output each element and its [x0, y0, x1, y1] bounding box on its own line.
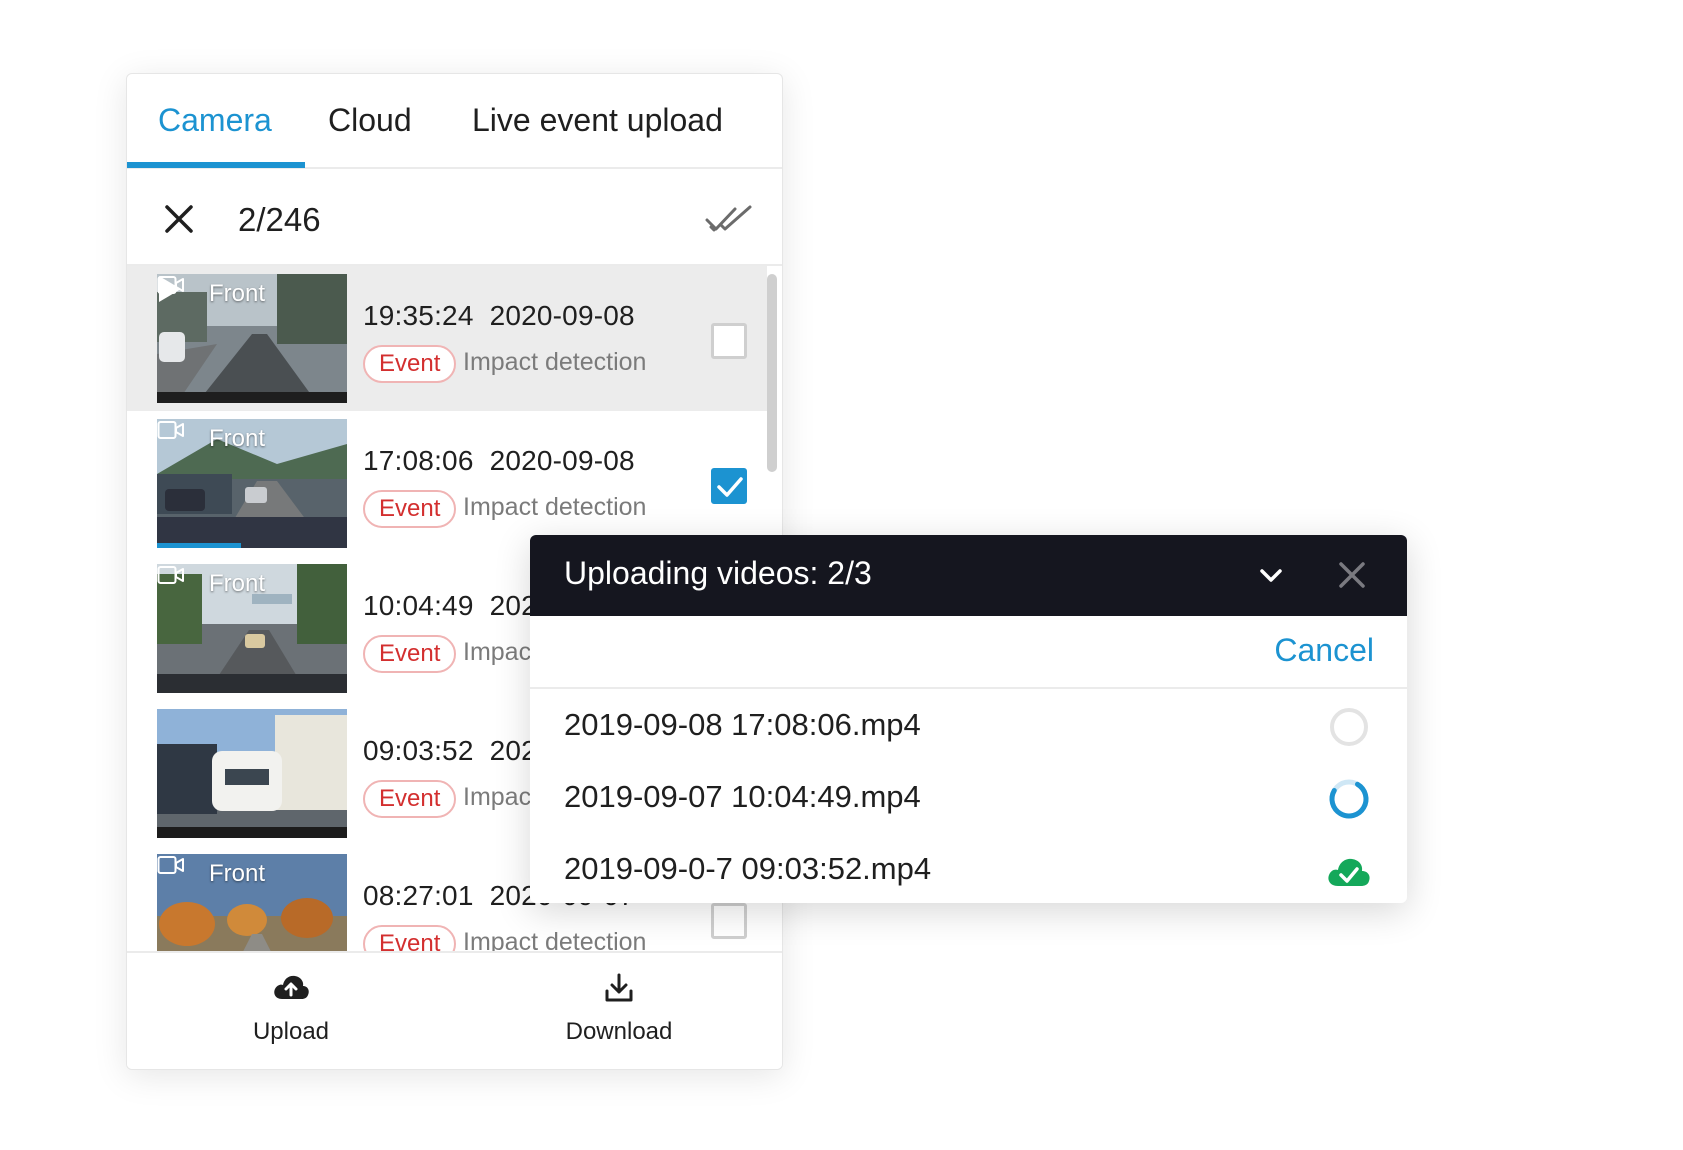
- cloud-upload-icon: [274, 975, 309, 999]
- bottom-action-bar: Upload Download: [127, 951, 782, 1069]
- popup-cancel-bar: Cancel: [530, 616, 1407, 689]
- scrollbar[interactable]: [767, 274, 777, 472]
- loading-spinner-icon: [1329, 779, 1369, 819]
- camera-label: Front: [209, 425, 266, 452]
- event-badge: Event: [363, 780, 457, 818]
- cancel-button[interactable]: Cancel: [1274, 632, 1374, 669]
- upload-button[interactable]: Upload: [127, 953, 455, 1069]
- tab-camera[interactable]: Camera: [158, 102, 272, 139]
- check-icon: [717, 477, 743, 497]
- event-type: Impact detection: [463, 493, 647, 521]
- row-checkbox[interactable]: [711, 903, 747, 939]
- upload-item: 2019-09-08 17:08:06.mp4: [530, 691, 1407, 763]
- event-type: Impact detection: [463, 348, 647, 376]
- close-icon[interactable]: [1336, 559, 1368, 591]
- upload-item: 2019-09-07 10:04:49.mp4: [530, 763, 1407, 835]
- popup-title: Uploading videos: 2/3: [564, 555, 872, 591]
- upload-progress-popup: Uploading videos: 2/3 Cancel 2019-09-08 …: [530, 535, 1407, 903]
- upload-filename: 2019-09-08 17:08:06.mp4: [564, 707, 921, 742]
- recording-datetime: 10:04:49 202: [363, 590, 537, 621]
- row-checkbox[interactable]: [711, 468, 747, 504]
- row-checkbox[interactable]: [711, 323, 747, 359]
- tab-cloud[interactable]: Cloud: [328, 102, 412, 139]
- video-thumbnail[interactable]: Front: [157, 274, 347, 403]
- list-item[interactable]: Front 19:35:24 2020-09-08 Event Impact d…: [127, 266, 777, 472]
- download-button[interactable]: Download: [455, 953, 782, 1069]
- video-thumbnail[interactable]: Front: [157, 854, 347, 951]
- event-badge: Event: [363, 490, 457, 528]
- close-icon[interactable]: [163, 203, 195, 235]
- camera-label: Front: [209, 280, 266, 307]
- download-icon: [605, 973, 633, 1002]
- event-badge: Event: [363, 345, 457, 383]
- video-camera-icon: [157, 856, 184, 874]
- event-type: Impact detection: [463, 928, 647, 951]
- selection-bar: 2/246: [127, 169, 782, 266]
- video-camera-icon: [157, 566, 184, 584]
- download-label: Download: [565, 1018, 673, 1045]
- cloud-check-icon: [1328, 858, 1370, 886]
- double-check-icon[interactable]: [705, 203, 753, 235]
- playback-progress: [157, 543, 241, 548]
- video-thumbnail[interactable]: Front: [157, 564, 347, 693]
- upload-filename: 2019-09-0-7 09:03:52.mp4: [564, 851, 932, 886]
- upload-filename: 2019-09-07 10:04:49.mp4: [564, 779, 921, 814]
- pending-status-icon: [1330, 708, 1368, 746]
- tab-live-event-upload[interactable]: Live event upload: [472, 102, 723, 139]
- upload-item: 2019-09-0-7 09:03:52.mp4: [530, 835, 1407, 903]
- video-camera-icon: [157, 421, 184, 439]
- video-thumbnail[interactable]: [157, 709, 347, 838]
- upload-label: Upload: [252, 1018, 330, 1045]
- video-thumbnail[interactable]: Front: [157, 419, 347, 548]
- recording-datetime: 19:35:24 2020-09-08: [363, 300, 635, 331]
- tab-bar: Camera Cloud Live event upload: [127, 74, 782, 169]
- selection-count: 2/246: [238, 201, 321, 238]
- camera-label: Front: [209, 860, 266, 887]
- event-type: Impact: [463, 638, 539, 666]
- event-badge: Event: [363, 925, 457, 951]
- event-type: Impact: [463, 783, 539, 811]
- camera-label: Front: [209, 570, 266, 597]
- chevron-down-icon[interactable]: [1255, 559, 1287, 591]
- recording-datetime: 09:03:52 202: [363, 735, 537, 766]
- play-icon: [159, 276, 181, 302]
- active-tab-indicator: [127, 162, 305, 168]
- event-badge: Event: [363, 635, 457, 673]
- popup-header: Uploading videos: 2/3: [530, 535, 1407, 616]
- recording-datetime: 17:08:06 2020-09-08: [363, 445, 635, 476]
